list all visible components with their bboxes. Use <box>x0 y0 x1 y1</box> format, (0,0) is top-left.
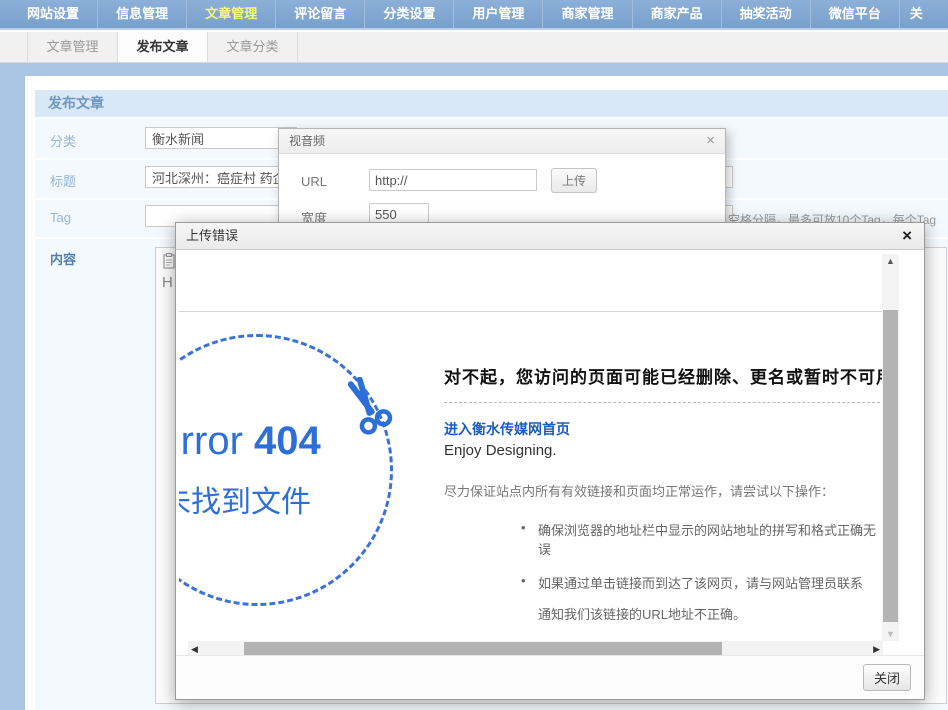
video-dialog-header: 视音频 × <box>279 129 725 154</box>
close-icon[interactable]: × <box>706 129 715 153</box>
top-frame-band <box>25 63 948 76</box>
error-404-page: Error 404 未找到文件 对不起，您访问的页面可能已经删除、更名或暂时不可… <box>179 251 882 641</box>
video-dialog-title: 视音频 <box>279 134 325 148</box>
scroll-down-icon[interactable]: ▼ <box>882 629 899 639</box>
url-input[interactable] <box>369 169 537 191</box>
nav-item-user-management[interactable]: 用户管理 <box>454 0 543 28</box>
category-label: 分类 <box>50 131 76 150</box>
nav-item-merchant-products[interactable]: 商家产品 <box>633 0 722 28</box>
nav-item-info-management[interactable]: 信息管理 <box>98 0 187 28</box>
nav-item-merchant-management[interactable]: 商家管理 <box>543 0 632 28</box>
tab-article-list[interactable]: 文章管理 <box>27 32 118 62</box>
nav-item-lottery[interactable]: 抽奖活动 <box>722 0 811 28</box>
tagline-text: Enjoy Designing. <box>444 442 880 459</box>
vertical-scroll-thumb[interactable] <box>883 310 898 622</box>
dashed-circle-graphic <box>179 334 393 606</box>
nav-item-truncated[interactable]: 关 <box>900 0 948 28</box>
tip-item: 如果通过单击链接而到达了该网页，请与网站管理员联系 <box>521 573 880 592</box>
horizontal-scroll-thumb[interactable] <box>244 642 722 656</box>
tips-list: 确保浏览器的地址栏中显示的网站地址的拼写和格式正确无误 如果通过单击链接而到达了… <box>444 520 880 592</box>
error-modal-title: 上传错误 <box>176 228 238 243</box>
tab-article-category[interactable]: 文章分类 <box>208 32 298 62</box>
url-label: URL <box>301 174 327 189</box>
nav-item-article-management[interactable]: 文章管理 <box>187 0 276 28</box>
error-modal-footer: 关闭 <box>176 655 924 699</box>
top-navigation: 网站设置 信息管理 文章管理 评论留言 分类设置 用户管理 商家管理 商家产品 … <box>0 0 948 30</box>
nav-item-comments[interactable]: 评论留言 <box>276 0 365 28</box>
upload-error-modal: 上传错误 × Error 404 未找到文件 对不起，您访问的页面可能 <box>175 222 925 700</box>
error-404-text: Error 404 <box>179 419 321 464</box>
page-divider <box>179 311 882 312</box>
tip-continuation: 通知我们该链接的URL地址不正确。 <box>538 604 880 623</box>
nav-item-site-settings[interactable]: 网站设置 <box>9 0 98 28</box>
close-button[interactable]: 关闭 <box>863 664 911 691</box>
section-header: 发布文章 <box>35 90 948 117</box>
tab-publish-article[interactable]: 发布文章 <box>118 32 208 62</box>
file-not-found-text: 未找到文件 <box>179 477 311 521</box>
content-label: 内容 <box>50 249 76 268</box>
admin-screen: 网站设置 信息管理 文章管理 评论留言 分类设置 用户管理 商家管理 商家产品 … <box>0 0 948 710</box>
error-heading: 对不起，您访问的页面可能已经删除、更名或暂时不可用， <box>444 363 880 388</box>
intro-text: 尽力保证站点内所有有效链接和页面均正常运作，请尝试以下操作： <box>444 481 880 500</box>
upload-button[interactable]: 上传 <box>551 168 597 193</box>
scroll-up-icon[interactable]: ▲ <box>882 256 899 266</box>
close-icon[interactable]: × <box>902 223 912 249</box>
tip-item: 确保浏览器的地址栏中显示的网站地址的拼写和格式正确无误 <box>521 520 880 558</box>
left-frame-strip <box>0 63 25 710</box>
sub-navigation: 文章管理 发布文章 文章分类 <box>0 32 948 63</box>
tag-label: Tag <box>50 210 71 225</box>
heading-toolbar-button[interactable]: H <box>162 274 173 291</box>
category-input[interactable] <box>145 127 297 149</box>
dashed-separator <box>444 402 880 403</box>
error-message-column: 对不起，您访问的页面可能已经删除、更名或暂时不可用， 进入衡水传媒网首页 Enj… <box>444 363 880 623</box>
scissors-icon <box>339 377 397 444</box>
page-title: 发布文章 <box>35 90 948 117</box>
nav-item-wechat[interactable]: 微信平台 <box>811 0 900 28</box>
vertical-scrollbar[interactable]: ▲ ▼ <box>882 254 899 641</box>
home-link[interactable]: 进入衡水传媒网首页 <box>444 419 570 439</box>
error-modal-header: 上传错误 × <box>176 223 924 250</box>
title-label: 标题 <box>50 171 76 190</box>
nav-item-category-settings[interactable]: 分类设置 <box>365 0 454 28</box>
